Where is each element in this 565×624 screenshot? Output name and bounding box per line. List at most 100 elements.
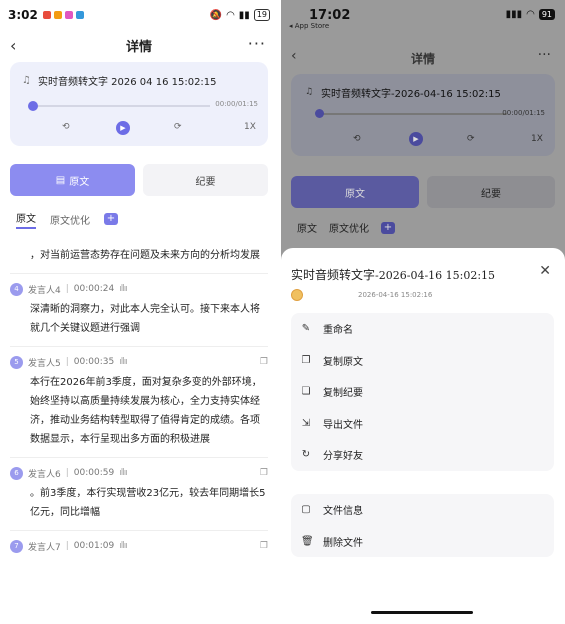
tab-original: 原文 (291, 176, 419, 208)
forward-icon[interactable]: ⟳ (174, 122, 182, 132)
right-screen: 17:02 ◂ App Store ▮▮▮ ◠ 91 ‹ 详情 ··· ♫ 实时… (281, 0, 565, 624)
copy-minutes-icon: ❏ (301, 386, 311, 398)
menu-label: 重命名 (323, 325, 353, 337)
export-icon: ⇲ (301, 417, 311, 429)
waveform-icon: ıllıı (119, 284, 127, 294)
copy-icon[interactable]: ❐ (260, 468, 268, 478)
back-icon[interactable]: ‹ (10, 36, 16, 55)
left-screen: 3:02 🔕 ◠ ▮▮ 19 ‹ 详情 ··· ♫ 实时音频转文字 2026 0… (0, 0, 278, 624)
progress-track[interactable] (32, 105, 210, 107)
segment-text: ，对当前运营态势存在问题及未来方向的分析均发展 (30, 250, 260, 261)
menu-share[interactable]: ↻ 分享好友 (291, 439, 554, 471)
progress-knob (315, 109, 324, 118)
separator: | (65, 357, 69, 367)
separator: | (65, 468, 69, 478)
page-title: 详情 (125, 39, 152, 55)
recording-title: 实时音频转文字 2026 04 16 15:02:15 (38, 77, 217, 88)
duration-label: 00:00/01:15 (502, 109, 545, 117)
menu-file-info[interactable]: ▢ 文件信息 (291, 494, 554, 526)
sheet-title-main: 实时音频转文字 (291, 268, 376, 282)
segment-text: 。前3季度，本行实现营收23亿元，较去年同期增长5亿元，同比增幅 (30, 488, 266, 518)
rewind-icon[interactable]: ⟲ (62, 122, 70, 132)
wifi-icon: ◠ (226, 9, 235, 21)
home-indicator (371, 611, 473, 614)
waveform-icon: ıllıı (119, 541, 127, 551)
status-bar: 3:02 🔕 ◠ ▮▮ 19 (0, 0, 278, 30)
close-icon[interactable]: ✕ (539, 263, 551, 279)
menu-copy-original[interactable]: ❐ 复制原文 (291, 345, 554, 377)
menu-export[interactable]: ⇲ 导出文件 (291, 408, 554, 440)
speed-button: 1X (531, 134, 543, 144)
speaker-number: 4 (10, 282, 23, 296)
duration-label: 00:00/01:15 (215, 100, 258, 108)
transcript-segment: ，对当前运营态势存在问题及未来方向的分析均发展 (0, 236, 278, 265)
menu-label: 导出文件 (323, 419, 363, 431)
speaker-name: 发言人7 (28, 542, 61, 553)
speed-button[interactable]: 1X (244, 122, 256, 132)
copy-icon[interactable]: ❐ (260, 357, 268, 367)
speaker-number: 6 (10, 466, 23, 480)
action-sheet: 实时音频转文字-2026-04-16 15:02:15 ✕ 2026-04-16… (281, 248, 565, 624)
nav-bar: ‹ 详情 ··· (281, 44, 565, 74)
sub-tabs: 原文 原文优化 + (297, 220, 549, 235)
divider (10, 273, 268, 274)
tab-minutes: 纪要 (427, 176, 555, 208)
tab-minutes-label: 纪要 (195, 176, 216, 188)
document-icon: ▤ (55, 174, 66, 186)
audio-icon: ♫ (305, 87, 314, 97)
audio-player: ♫ 实时音频转文字-2026-04-16 15:02:15 00:00/01:1… (291, 74, 555, 156)
more-icon: ··· (537, 47, 551, 63)
tab-minutes[interactable]: 纪要 (143, 164, 268, 196)
more-icon[interactable]: ··· (248, 34, 266, 53)
segment-header: 5 发言人5 | 00:00:35 ıllıı ❐ (10, 351, 268, 373)
segment-time: 00:00:24 (73, 284, 115, 294)
view-tabs: ▤ 原文 纪要 (10, 164, 268, 196)
progress-track (317, 113, 507, 115)
share-icon: ↻ (301, 449, 311, 461)
subtab-original[interactable]: 原文 (16, 210, 36, 229)
notification-icon (75, 11, 84, 19)
segment-text: 深清晰的洞察力，对此本人完全认可。接下来本人将就几个关键议题进行强调 (30, 304, 260, 334)
menu-label: 分享好友 (323, 451, 363, 463)
notification-icon (53, 11, 62, 19)
add-tab-button[interactable]: + (104, 213, 118, 225)
menu-delete-file[interactable]: 🗑 删除文件 (291, 526, 554, 558)
battery-indicator: 19 (253, 9, 270, 21)
menu-copy-minutes[interactable]: ❏ 复制纪要 (291, 376, 554, 408)
tab-original-label: 原文 (69, 176, 90, 188)
divider (10, 457, 268, 458)
progress-knob[interactable] (28, 101, 38, 111)
notification-icon (42, 11, 51, 19)
sub-tabs: 原文 原文优化 + (16, 210, 262, 229)
subtab-original: 原文 (297, 224, 317, 235)
segment-header: 7 发言人7 | 00:01:09 ıllıı ❐ (10, 535, 268, 557)
subtab-optimized: 原文优化 (329, 224, 369, 235)
tab-minutes-label: 纪要 (481, 188, 501, 200)
menu-rename[interactable]: ✎ 重命名 (291, 313, 554, 345)
menu-group-actions: ✎ 重命名 ❐ 复制原文 ❏ 复制纪要 ⇲ 导出文件 ↻ 分享好友 (291, 313, 554, 471)
menu-label: 删除文件 (323, 537, 363, 549)
play-button[interactable]: ▶ (116, 121, 130, 135)
sheet-title-date: -2026-04-16 15:02:15 (375, 269, 496, 282)
waveform-icon: ıllıı (119, 468, 127, 478)
transcript-segment: 5 发言人5 | 00:00:35 ıllıı ❐ 本行在2026年前3季度，面… (0, 351, 278, 449)
segment-time: 00:00:59 (73, 468, 115, 478)
tab-original[interactable]: ▤ 原文 (10, 164, 135, 196)
audio-icon: ♫ (22, 75, 31, 86)
tab-original-label: 原文 (345, 188, 365, 200)
status-icons: 🔕 ◠ ▮▮ 19 (210, 9, 270, 21)
status-time: 3:02 (8, 8, 38, 22)
signal-icon: ▮▮▮ (505, 9, 523, 20)
transcript-list[interactable]: ，对当前运营态势存在问题及未来方向的分析均发展 4 发言人4 | 00:00:2… (0, 236, 278, 624)
speaker-name: 发言人5 (28, 358, 61, 369)
copy-icon[interactable]: ❐ (260, 541, 268, 551)
status-icons: ▮▮▮ ◠ 91 (506, 9, 555, 20)
battery-indicator: 91 (538, 9, 555, 20)
nav-bar: ‹ 详情 ··· (0, 30, 278, 60)
speaker-name: 发言人6 (28, 469, 61, 480)
sheet-date: 2026-04-16 15:02:16 (358, 291, 433, 299)
transcript-segment: 6 发言人6 | 00:00:59 ıllıı ❐ 。前3季度，本行实现营收23… (0, 462, 278, 522)
subtab-optimized[interactable]: 原文优化 (50, 212, 90, 227)
separator: | (65, 541, 69, 551)
back-to-app-store[interactable]: ◂ App Store (289, 22, 329, 30)
